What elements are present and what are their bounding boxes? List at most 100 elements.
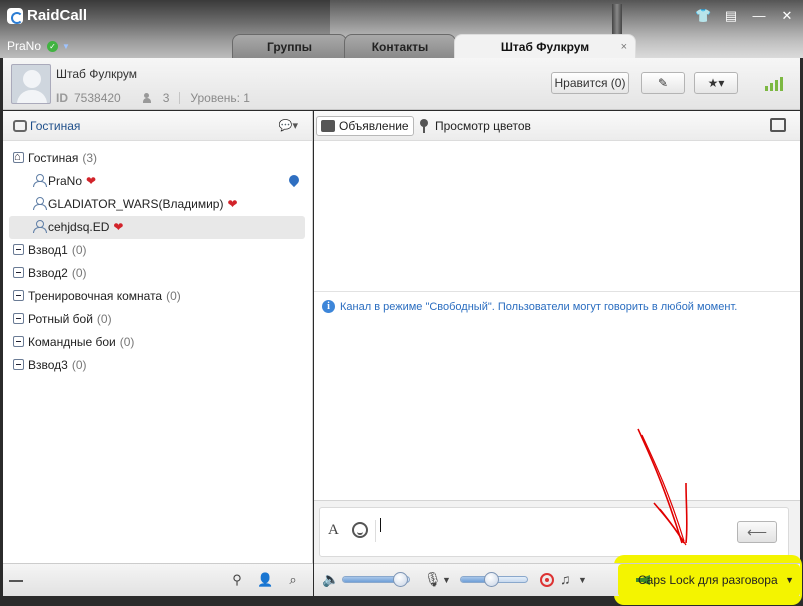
tab-groups[interactable]: Группы <box>232 34 347 58</box>
group-name: Взвод1 <box>28 243 68 257</box>
gift-icon[interactable] <box>770 118 786 132</box>
tree-group-lobby[interactable]: Гостиная(3) <box>3 146 311 170</box>
tree-group[interactable]: Командные бои (0) <box>3 331 311 354</box>
menu-icon[interactable]: ▤ <box>723 8 739 24</box>
chevron-down-icon[interactable]: ▼ <box>62 42 70 51</box>
group-count: (3) <box>82 151 98 165</box>
collapse-icon[interactable] <box>13 336 24 347</box>
channel-avatar[interactable] <box>11 64 51 104</box>
push-to-talk-button[interactable]: Caps Lock для разговора ▼ <box>618 564 800 597</box>
tree-user[interactable]: GLADIATOR_WARS(Владимир) ❤ <box>3 193 311 216</box>
channel-title: Штаб Фулкрум <box>56 67 138 81</box>
search-icon[interactable]: ⌕ <box>285 572 301 588</box>
volume-slider[interactable] <box>342 572 410 587</box>
collapse-icon[interactable] <box>13 313 24 324</box>
user-icon <box>33 220 47 233</box>
speaker-icon[interactable]: 🔈 <box>322 571 339 588</box>
push-to-talk-label: Caps Lock для разговора <box>638 573 778 587</box>
location-icon[interactable]: ⚲ <box>229 572 245 588</box>
tab-label: Контакты <box>371 40 429 54</box>
left-toolbar: Гостиная 💬▾ <box>3 111 312 141</box>
music-icon[interactable]: ♫ <box>560 571 571 587</box>
font-style-icon[interactable]: A <box>328 522 339 539</box>
volume-fill <box>343 577 400 582</box>
members-icon <box>142 93 157 103</box>
minimize-icon[interactable]: — <box>751 8 767 24</box>
raidcall-logo-icon <box>7 7 23 24</box>
mic-sensitivity-slider[interactable] <box>460 572 528 587</box>
favorite-button[interactable]: ★▾ <box>694 72 738 94</box>
chevron-down-icon[interactable]: ▼ <box>442 575 451 585</box>
left-footer: ⚲ 👤 ⌕ <box>3 563 313 596</box>
user-list-icon[interactable]: 👤 <box>257 572 273 588</box>
info-icon: i <box>322 300 335 313</box>
mic-knob[interactable] <box>483 572 499 587</box>
right-toolbar: Объявление Просмотр цветов <box>314 111 800 141</box>
group-count: (0) <box>71 266 87 280</box>
collapse-icon[interactable] <box>13 359 24 370</box>
app-logo: RaidCall <box>7 7 87 24</box>
chat-panel: Объявление Просмотр цветов i Канал в реж… <box>314 111 800 563</box>
divider <box>375 520 376 542</box>
edit-profile-icon: ✎ <box>657 76 669 90</box>
chat-history: i Канал в режиме "Свободный". Пользовате… <box>314 292 800 500</box>
group-count: (0) <box>71 243 87 257</box>
announcement-icon <box>321 120 335 132</box>
group-name: Взвод3 <box>28 358 68 372</box>
close-tab-icon[interactable]: × <box>621 35 627 58</box>
shirt-icon[interactable]: 👕 <box>695 8 711 24</box>
group-name: Взвод2 <box>28 266 68 280</box>
collapse-icon[interactable] <box>13 290 24 301</box>
star-icon: ★▾ <box>707 76 725 90</box>
title-bar: RaidCall PraNo ✓ ▼ 👕 ▤ — ✕ Группы Контак… <box>0 0 803 58</box>
view-flowers-button[interactable]: Просмотр цветов <box>414 116 535 136</box>
user-name: PraNo <box>48 174 83 188</box>
current-room-label: Гостиная <box>30 119 81 133</box>
group-name: Тренировочная комната <box>28 289 163 303</box>
group-count: (0) <box>166 289 181 303</box>
tree-group[interactable]: Взвод1 (0) <box>3 239 311 262</box>
tree-group[interactable]: Ротный бой (0) <box>3 308 311 331</box>
chat-mode-icon[interactable]: 💬▾ <box>279 119 298 132</box>
tree-group[interactable]: Тренировочная комната (0) <box>3 285 311 308</box>
send-button[interactable]: ⟵ <box>737 521 777 543</box>
user-icon <box>33 174 47 187</box>
collapse-icon[interactable] <box>13 244 24 255</box>
edit-channel-button[interactable]: ✎ <box>641 72 685 94</box>
collapse-all-icon[interactable] <box>9 580 23 582</box>
microphone-icon[interactable]: 🎙 <box>424 571 442 588</box>
tab-channel[interactable]: Штаб Фулкрум × <box>454 34 636 58</box>
tab-label: Штаб Фулкрум <box>500 40 590 54</box>
chevron-down-icon[interactable]: ▼ <box>578 575 587 585</box>
group-name: Командные бои <box>28 335 116 349</box>
like-button[interactable]: Нравится (0) <box>551 72 629 94</box>
text-cursor <box>380 518 381 532</box>
announcement-button[interactable]: Объявление <box>316 116 414 136</box>
heart-badge-icon: ❤ <box>86 174 97 188</box>
tree-group[interactable]: Взвод3 (0) <box>3 354 311 377</box>
emoji-icon[interactable] <box>352 522 368 538</box>
location-pin-icon[interactable] <box>289 175 299 187</box>
user-status[interactable]: PraNo ✓ ▼ <box>7 39 70 53</box>
user-icon <box>33 197 47 210</box>
tree-user-selected[interactable]: cehjdsq.ED ❤ <box>9 216 305 239</box>
members-count: 3 <box>162 91 170 105</box>
heart-badge-icon: ❤ <box>113 220 124 234</box>
tab-contacts[interactable]: Контакты <box>344 34 456 58</box>
tree-user[interactable]: PraNo ❤ <box>3 170 311 193</box>
close-icon[interactable]: ✕ <box>779 8 795 24</box>
chevron-down-icon[interactable]: ▼ <box>785 564 794 597</box>
collapse-icon[interactable] <box>13 267 24 278</box>
channel-id: 7538420 <box>74 91 121 105</box>
volume-knob[interactable] <box>392 572 408 587</box>
red-arrow-annotation <box>637 428 688 546</box>
window-controls: 👕 ▤ — ✕ <box>695 8 795 24</box>
home-icon <box>13 146 24 169</box>
online-status-icon: ✓ <box>47 40 59 52</box>
tree-group[interactable]: Взвод2 (0) <box>3 262 311 285</box>
group-count: (0) <box>119 335 135 349</box>
channel-header: Штаб Фулкрум ID 7538420 3 Уровень: 1 Нра… <box>3 58 800 110</box>
current-room[interactable]: Гостиная <box>13 119 80 133</box>
record-icon[interactable] <box>540 573 554 587</box>
announcement-label: Объявление <box>339 119 409 133</box>
